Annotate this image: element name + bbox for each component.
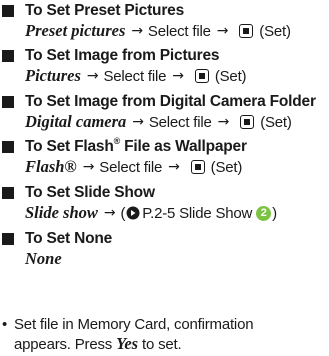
- arrow-icon: →: [131, 23, 143, 39]
- heading-square-icon: [2, 50, 14, 62]
- section-heading: To Set Preset Pictures: [0, 1, 329, 21]
- arrow-icon: →: [216, 23, 229, 39]
- instruction-line: None: [0, 249, 329, 269]
- section-heading: To Set Image from Digital Camera Folder: [0, 92, 329, 112]
- section-heading: To Set Slide Show: [0, 183, 329, 203]
- note-line: appears. Press Yes to set.: [0, 334, 329, 354]
- instruction-line: Preset pictures → Select file → (Set): [0, 21, 329, 41]
- arrow-icon: →: [217, 114, 230, 130]
- arrow-icon: →: [103, 205, 116, 221]
- step-text: Select file: [147, 22, 211, 40]
- heading-square-icon: [2, 141, 14, 153]
- step-text: Select file: [148, 113, 212, 131]
- step-number-icon: 2: [256, 205, 272, 221]
- section-preset-pictures: To Set Preset Pictures Preset pictures →…: [0, 1, 329, 41]
- manual-page: To Set Preset Pictures Preset pictures →…: [0, 0, 329, 356]
- center-key-icon: [239, 24, 254, 38]
- center-key-icon: [240, 115, 255, 129]
- menu-item-name: Slide show: [25, 203, 98, 222]
- set-label: (Set): [259, 22, 291, 40]
- section-slide-show: To Set Slide Show Slide show → ( P.2-5 S…: [0, 183, 329, 223]
- section-flash-wallpaper: To Set Flash ® File as Wallpaper Flash® →…: [0, 136, 329, 177]
- arrow-icon: →: [86, 68, 99, 84]
- note-text: appears. Press: [14, 335, 117, 353]
- note: • Set file in Memory Card, confirmation …: [0, 314, 329, 354]
- reference-text: P.2-5 Slide Show: [142, 204, 253, 222]
- registered-mark: ®: [113, 136, 121, 146]
- yes-option: Yes: [116, 334, 139, 353]
- set-label: (Set): [260, 113, 292, 131]
- instruction-line: Pictures → Select file → (Set): [0, 66, 329, 86]
- center-key-icon: [194, 69, 209, 83]
- arrow-icon: →: [82, 159, 95, 175]
- instruction-line: Flash® → Select file → (Set): [0, 157, 329, 177]
- section-digital-camera-folder: To Set Image from Digital Camera Folder …: [0, 92, 329, 132]
- note-text: to set.: [138, 335, 182, 353]
- step-text: Select file: [99, 158, 163, 176]
- menu-item-name: Pictures: [25, 66, 81, 85]
- arrow-icon: →: [168, 159, 180, 175]
- section-image-from-pictures: To Set Image from Pictures Pictures → Se…: [0, 46, 329, 86]
- menu-item-name: Flash®: [25, 157, 77, 176]
- heading-square-icon: [2, 233, 14, 245]
- note-line: • Set file in Memory Card, confirmation: [0, 314, 329, 334]
- section-heading: To Set None: [0, 229, 329, 249]
- instruction-line: Slide show → ( P.2-5 Slide Show 2 ): [0, 203, 329, 223]
- instruction-line: Digital camera → Select file → (Set): [0, 112, 329, 132]
- set-label: (Set): [210, 158, 243, 176]
- heading-text-pre: To Set Flash: [25, 138, 114, 155]
- section-heading: To Set Image from Pictures: [0, 46, 329, 66]
- section-none: To Set None None: [0, 229, 329, 269]
- section-heading: To Set Flash ® File as Wallpaper: [0, 136, 329, 157]
- heading-square-icon: [2, 5, 14, 17]
- step-text: Select file: [103, 67, 167, 85]
- heading-square-icon: [2, 187, 14, 199]
- heading-text: To Set Slide Show: [25, 184, 155, 201]
- reference-arrow-icon: [126, 206, 140, 220]
- heading-square-icon: [2, 96, 14, 108]
- note-text: Set file in Memory Card, confirmation: [14, 315, 254, 333]
- ref-close-paren: ): [272, 204, 277, 222]
- menu-item-name: Preset pictures: [25, 21, 126, 40]
- bullet: •: [2, 315, 8, 333]
- menu-item-name: Digital camera: [25, 112, 127, 131]
- heading-text: To Set Image from Digital Camera Folder: [25, 93, 316, 110]
- set-label: (Set): [214, 67, 247, 85]
- heading-text: To Set None: [25, 230, 113, 247]
- menu-item-name: None: [25, 249, 62, 268]
- heading-text: To Set Image from Pictures: [25, 47, 220, 64]
- center-key-icon: [190, 160, 205, 174]
- arrow-icon: →: [132, 114, 144, 130]
- heading-text-post: File as Wallpaper: [120, 138, 247, 155]
- heading-text: To Set Preset Pictures: [25, 2, 184, 19]
- ref-open-paren: (: [120, 204, 126, 222]
- arrow-icon: →: [172, 68, 184, 84]
